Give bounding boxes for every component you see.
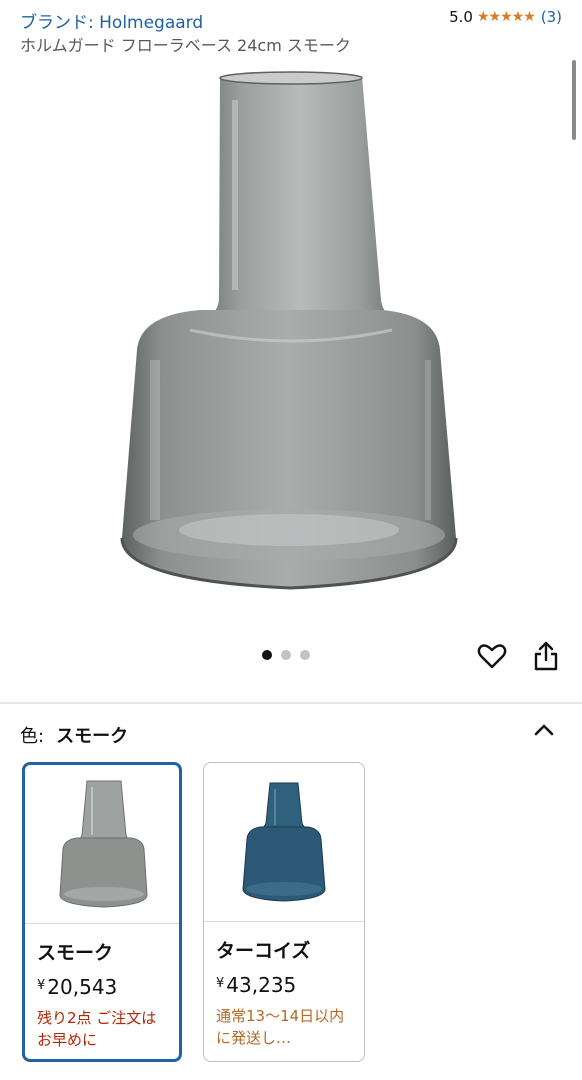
variation-thumbnail [25, 765, 179, 924]
selected-color-value: スモーク [56, 726, 129, 747]
variation-name: スモーク [37, 942, 114, 964]
star-rating-icon: ★★★★★ [476, 9, 536, 25]
image-pagination-dots[interactable] [262, 650, 310, 660]
rating-summary[interactable]: 5.0 ★★★★★ (3) [449, 8, 562, 26]
smoke-vase-thumbnail-icon [59, 780, 148, 908]
price-value: 20,543 [47, 975, 118, 999]
variation-price: ¥43,235 [216, 973, 364, 997]
rating-value: 5.0 [449, 8, 473, 26]
share-button[interactable] [532, 640, 560, 672]
currency-symbol: ¥ [216, 976, 225, 991]
heart-icon [477, 644, 507, 669]
stock-note: 残り2点 ご注文はお早めに [37, 1009, 157, 1049]
section-divider [0, 702, 582, 704]
variation-name: ターコイズ [216, 940, 311, 962]
currency-symbol: ¥ [37, 978, 46, 993]
color-label: 色: [20, 726, 45, 747]
chevron-up-icon [534, 724, 554, 736]
variation-thumbnail [204, 763, 364, 922]
wishlist-heart-button[interactable] [476, 640, 508, 672]
pagination-dot-3[interactable] [300, 650, 310, 660]
brand-link[interactable]: ブランド: Holmegaard [20, 8, 203, 33]
shipping-note: 通常13～14日以内に発送し… [216, 1007, 345, 1047]
rating-count-link[interactable]: (3) [541, 8, 562, 26]
turquoise-vase-thumbnail-icon [242, 782, 326, 902]
variation-price: ¥20,543 [37, 975, 179, 999]
product-title: ホルムガード フローラベース 24cm スモーク [20, 36, 351, 55]
product-header: ブランド: Holmegaard ホルムガード フローラベース 24cm スモー… [0, 0, 582, 60]
price-value: 43,235 [226, 973, 297, 997]
variation-card-turquoise[interactable]: ターコイズ ¥43,235 通常13～14日以内に発送し… [203, 762, 365, 1062]
product-image-gallery[interactable] [0, 60, 582, 620]
share-icon [534, 641, 558, 671]
pagination-dot-1[interactable] [262, 650, 272, 660]
pagination-dot-2[interactable] [281, 650, 291, 660]
smoke-glass-vase-icon [120, 71, 458, 590]
variation-card-smoke[interactable]: スモーク ¥20,543 残り2点 ご注文はお早めに [22, 762, 182, 1062]
collapse-variations-button[interactable] [532, 718, 556, 742]
variation-header: 色: スモーク [20, 722, 128, 748]
